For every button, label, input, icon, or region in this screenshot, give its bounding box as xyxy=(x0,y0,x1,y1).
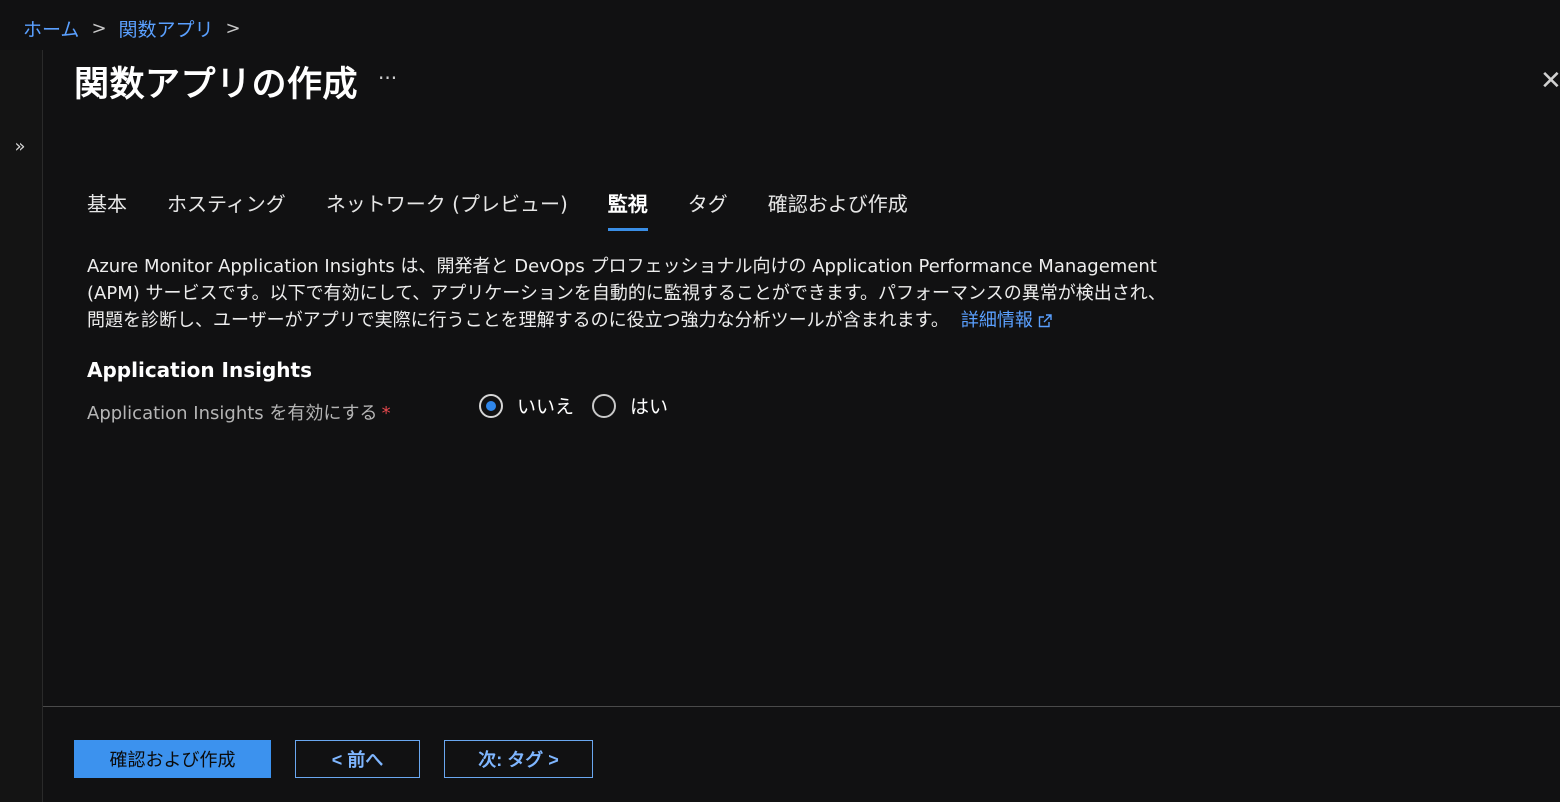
chevron-right-icon: > xyxy=(225,17,241,39)
page-title: 関数アプリの作成 xyxy=(74,65,359,105)
enable-insights-label: Application Insights を有効にする * xyxy=(87,399,391,425)
section-title: Application Insights xyxy=(87,358,312,382)
description: Azure Monitor Application Insights は、開発者… xyxy=(87,253,1167,334)
tab-bar: 基本 ホスティング ネットワーク (プレビュー) 監視 タグ 確認および作成 xyxy=(87,188,948,232)
footer-divider xyxy=(43,706,1560,707)
tab-tags[interactable]: タグ xyxy=(688,188,728,232)
tab-basics[interactable]: 基本 xyxy=(87,188,127,232)
tab-review-create[interactable]: 確認および作成 xyxy=(768,188,908,232)
left-rail: » xyxy=(0,50,43,802)
close-icon[interactable]: ✕ xyxy=(1540,66,1560,96)
breadcrumb-function-apps-link[interactable]: 関数アプリ xyxy=(119,15,214,42)
more-options-icon[interactable]: ··· xyxy=(378,66,397,90)
expand-sidebar-icon[interactable]: » xyxy=(8,135,32,159)
learn-more-link[interactable]: 詳細情報 xyxy=(961,310,1053,331)
enable-insights-radio-group: いいえ はい xyxy=(479,392,686,419)
required-mark: * xyxy=(381,403,391,424)
radio-no[interactable]: いいえ xyxy=(479,392,574,419)
review-create-button[interactable]: 確認および作成 xyxy=(74,740,271,778)
breadcrumb-home-link[interactable]: ホーム xyxy=(23,15,79,42)
radio-circle[interactable] xyxy=(592,393,617,418)
previous-button[interactable]: < 前へ xyxy=(295,740,420,778)
next-tags-button[interactable]: 次: タグ > xyxy=(444,740,593,778)
tab-monitoring[interactable]: 監視 xyxy=(607,188,648,232)
external-link-icon xyxy=(1038,314,1052,328)
radio-yes[interactable]: はい xyxy=(592,392,668,419)
radio-yes-label: はい xyxy=(630,396,669,418)
tab-hosting[interactable]: ホスティング xyxy=(167,188,286,232)
radio-no-label: いいえ xyxy=(517,396,575,418)
radio-circle-checked[interactable] xyxy=(479,393,503,418)
tab-networking[interactable]: ネットワーク (プレビュー) xyxy=(326,188,568,232)
learn-more-label: 詳細情報 xyxy=(960,310,1033,331)
field-label-text: Application Insights を有効にする xyxy=(87,403,378,424)
breadcrumb: ホーム > 関数アプリ > xyxy=(23,14,253,42)
chevron-right-icon: > xyxy=(91,17,107,39)
